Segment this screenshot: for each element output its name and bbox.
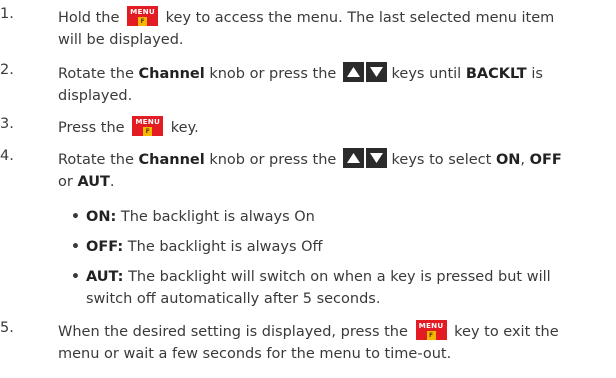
text-fragment: or bbox=[58, 174, 73, 190]
down-arrow-key-icon bbox=[365, 62, 387, 82]
menu-key-icon: MENU F bbox=[127, 6, 159, 26]
text-fragment: is bbox=[531, 66, 543, 82]
text-fragment: Rotate the bbox=[58, 66, 134, 82]
bullet-text: The backlight will switch on when a key … bbox=[128, 269, 551, 285]
step-number: 1. bbox=[0, 6, 14, 22]
bullet-label: OFF: bbox=[86, 239, 124, 255]
step-text: Rotate the Channel knob or press the key… bbox=[58, 148, 608, 193]
function-badge: F bbox=[143, 127, 153, 136]
text-fragment: , bbox=[520, 152, 526, 168]
step-text: When the desired setting is displayed, p… bbox=[58, 320, 608, 365]
text-fragment: Rotate the bbox=[58, 152, 134, 168]
step-text: Hold the MENU F key to access the menu. T… bbox=[58, 6, 608, 51]
aut-label: AUT bbox=[77, 174, 110, 190]
bullet-dot: • bbox=[71, 239, 80, 255]
text-fragment: keys to select bbox=[391, 152, 492, 168]
text-fragment: key to access the menu. The last selecte… bbox=[165, 10, 555, 26]
function-badge: F bbox=[138, 17, 148, 26]
function-badge: F bbox=[426, 331, 436, 340]
text-fragment: displayed. bbox=[58, 88, 133, 104]
menu-key-label: MENU bbox=[130, 7, 155, 16]
bullet-text: switch off automatically after 5 seconds… bbox=[86, 291, 381, 307]
menu-key-icon: MENU F bbox=[415, 320, 447, 340]
text-fragment: menu or wait a few seconds for the menu … bbox=[58, 346, 452, 362]
text-fragment: key to exit the bbox=[454, 324, 559, 340]
menu-key-label: MENU bbox=[135, 117, 161, 126]
bullet-aut: • AUT: The backlight will switch on when… bbox=[71, 266, 606, 310]
on-label: ON bbox=[495, 152, 521, 168]
bullet-on: • ON: The backlight is always On bbox=[71, 206, 606, 228]
step-number: 4. bbox=[0, 148, 14, 164]
step-number: 3. bbox=[0, 116, 14, 132]
text-fragment: will be displayed. bbox=[58, 32, 184, 48]
step-number: 5. bbox=[0, 320, 14, 336]
text-fragment: knob or press the bbox=[209, 152, 337, 168]
up-arrow-key-icon bbox=[342, 148, 364, 168]
bullet-label: ON: bbox=[86, 209, 117, 225]
text-fragment: Hold the bbox=[58, 10, 120, 26]
channel-knob-label: Channel bbox=[138, 152, 205, 168]
bullet-dot: • bbox=[71, 269, 80, 285]
up-arrow-key-icon bbox=[342, 62, 364, 82]
menu-key-icon: MENU F bbox=[132, 116, 164, 136]
text-fragment: When the desired setting is displayed, p… bbox=[58, 324, 408, 340]
text-fragment: keys until bbox=[391, 66, 462, 82]
step-text: Rotate the Channel knob or press the key… bbox=[58, 62, 608, 107]
step-number: 2. bbox=[0, 62, 14, 78]
backlt-label: BACKLT bbox=[465, 66, 527, 82]
text-fragment: . bbox=[109, 174, 115, 190]
step-text: Press the MENU F key. bbox=[58, 116, 608, 139]
bullet-text: The backlight is always On bbox=[120, 209, 315, 225]
bullet-dot: • bbox=[71, 209, 80, 225]
menu-key-label: MENU bbox=[418, 321, 444, 330]
text-fragment: Press the bbox=[58, 120, 125, 136]
bullet-label: AUT: bbox=[86, 269, 124, 285]
bullet-off: • OFF: The backlight is always Off bbox=[71, 236, 606, 258]
text-fragment: key. bbox=[170, 120, 199, 136]
text-fragment: knob or press the bbox=[209, 66, 337, 82]
bullet-text: The backlight is always Off bbox=[127, 239, 323, 255]
down-arrow-key-icon bbox=[365, 148, 387, 168]
off-label: OFF bbox=[529, 152, 562, 168]
channel-knob-label: Channel bbox=[138, 66, 205, 82]
